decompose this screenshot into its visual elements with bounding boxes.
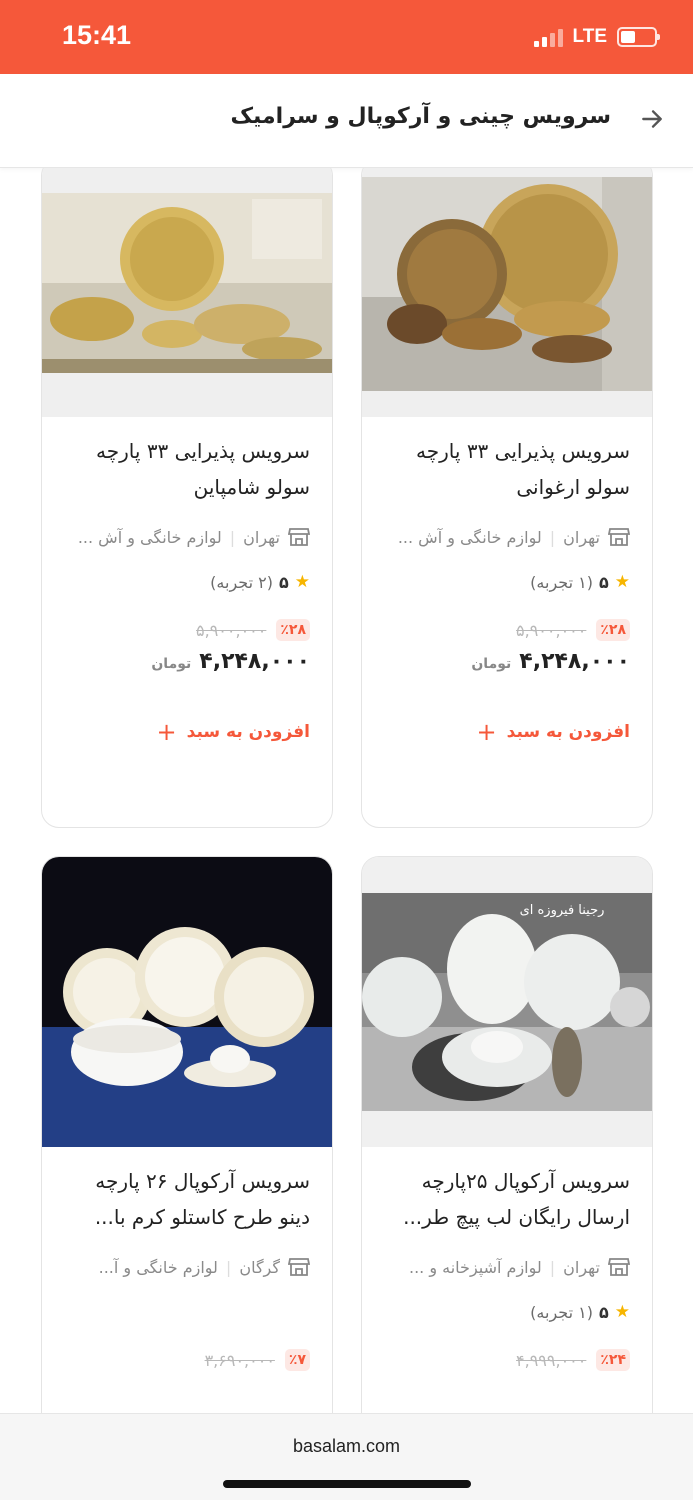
plus-icon: + (156, 718, 177, 746)
rating-score: ۵ (598, 572, 609, 592)
rating-score: ۵ (278, 572, 289, 592)
currency: تومان (471, 656, 512, 672)
product-image[interactable] (42, 168, 332, 417)
product-title[interactable]: سرویس پذیرایی ۳۳ پارچه سولو شامپاین (64, 433, 310, 505)
battery-icon (617, 27, 660, 47)
product-image[interactable] (362, 168, 652, 417)
store-icon (608, 528, 630, 546)
add-to-cart-button[interactable]: افزودن به سبد + (384, 720, 630, 744)
add-to-cart-button[interactable]: افزودن به سبد + (64, 720, 310, 744)
old-price-row: ٪۲۸ ۵,۹۰۰,۰۰۰ (384, 619, 630, 641)
product-title[interactable]: سرویس آرکوپال ۲۵پارچه ارسال رایگان لب پی… (384, 1163, 630, 1235)
discount-badge: ٪۷ (284, 1349, 310, 1371)
store-icon (288, 528, 310, 546)
image-caption: رجینا فیروزه ای (520, 903, 605, 918)
rating-score: ۵ (598, 1302, 609, 1322)
old-price: ۳,۶۹۰,۰۰۰ (204, 1350, 275, 1370)
rating-reviews: (۱ تجربه) (530, 572, 593, 592)
signal-icon (533, 27, 563, 47)
product-image[interactable]: رجینا فیروزه ای (362, 857, 652, 1147)
old-price: ۵,۹۰۰,۰۰۰ (516, 620, 587, 640)
page-title: سرویس چینی و آرکوپال و سرامیک (230, 104, 611, 129)
status-time: 15:41 (62, 20, 132, 50)
price: ۴,۲۴۸,۰۰۰ (199, 649, 310, 674)
old-price-row: ٪۷ ۳,۶۹۰,۰۰۰ (64, 1349, 310, 1371)
meta-divider: | (225, 1257, 232, 1277)
product-card[interactable]: سرویس پذیرایی ۳۳ پارچه سولو شامپاین تهرا… (41, 168, 333, 828)
old-price-row: ٪۲۸ ۵,۹۰۰,۰۰۰ (64, 619, 310, 641)
store-icon (288, 1258, 310, 1276)
currency: تومان (151, 656, 192, 672)
price-row: ۴,۲۴۸,۰۰۰ تومان (64, 649, 310, 674)
rating-reviews: (۱ تجربه) (530, 1302, 593, 1322)
product-rating: ★ ۵ (۱ تجربه) (384, 1301, 630, 1323)
product-image[interactable] (42, 857, 332, 1147)
url-text[interactable]: basalam.com (0, 1436, 693, 1457)
product-grid: سرویس پذیرایی ۳۳ پارچه سولو ارغوانی تهرا… (0, 168, 693, 1413)
meta-divider: | (229, 527, 236, 547)
product-card[interactable]: سرویس آرکوپال ۲۶ پارچه دینو طرح کاستلو ک… (41, 856, 333, 1413)
product-city: تهران (563, 1257, 600, 1277)
meta-divider: | (549, 1257, 556, 1277)
star-icon: ★ (614, 572, 630, 592)
discount-badge: ٪۲۸ (596, 619, 630, 641)
star-icon: ★ (294, 572, 310, 592)
product-meta: تهران | لوازم خانگی و آش ... (384, 527, 630, 547)
product-title[interactable]: سرویس پذیرایی ۳۳ پارچه سولو ارغوانی (384, 433, 630, 505)
meta-divider: | (549, 527, 556, 547)
product-category: لوازم خانگی و آ... (98, 1257, 218, 1277)
product-meta: تهران | لوازم خانگی و آش ... (64, 527, 310, 547)
network-label: LTE (572, 26, 607, 47)
old-price-row: ٪۲۴ ۴,۹۹۹,۰۰۰ (384, 1349, 630, 1371)
price-row: ۴,۲۴۸,۰۰۰ تومان (384, 649, 630, 674)
product-category: لوازم خانگی و آش ... (77, 527, 222, 547)
product-city: تهران (563, 527, 600, 547)
product-category: لوازم آشپزخانه و ... (408, 1257, 542, 1277)
product-meta: تهران | لوازم آشپزخانه و ... (384, 1257, 630, 1277)
status-indicators: LTE (533, 26, 660, 48)
old-price: ۴,۹۹۹,۰۰۰ (516, 1350, 587, 1370)
status-bar: 15:41 LTE (0, 0, 693, 74)
home-indicator[interactable] (223, 1480, 471, 1488)
product-city: گرگان (239, 1257, 280, 1277)
browser-url-bar[interactable]: basalam.com (0, 1413, 693, 1500)
product-rating-empty (64, 1301, 310, 1323)
product-rating: ★ ۵ (۱ تجربه) (384, 571, 630, 593)
arrow-right-icon[interactable] (639, 106, 665, 132)
product-category: لوازم خانگی و آش ... (397, 527, 542, 547)
product-city: تهران (243, 527, 280, 547)
store-icon (608, 1258, 630, 1276)
star-icon: ★ (614, 1302, 630, 1322)
product-card[interactable]: رجینا فیروزه ای سرویس آرکوپال ۲۵پارچه ار… (361, 856, 653, 1413)
discount-badge: ٪۲۴ (596, 1349, 630, 1371)
product-card[interactable]: سرویس پذیرایی ۳۳ پارچه سولو ارغوانی تهرا… (361, 168, 653, 828)
add-to-cart-label: افزودن به سبد (186, 722, 310, 742)
old-price: ۵,۹۰۰,۰۰۰ (196, 620, 267, 640)
plus-icon: + (476, 718, 497, 746)
price: ۴,۲۴۸,۰۰۰ (519, 649, 630, 674)
page-header: سرویس چینی و آرکوپال و سرامیک (0, 74, 693, 168)
rating-reviews: (۲ تجربه) (210, 572, 273, 592)
discount-badge: ٪۲۸ (276, 619, 310, 641)
add-to-cart-label: افزودن به سبد (506, 722, 630, 742)
product-meta: گرگان | لوازم خانگی و آ... (64, 1257, 310, 1277)
product-rating: ★ ۵ (۲ تجربه) (64, 571, 310, 593)
product-title[interactable]: سرویس آرکوپال ۲۶ پارچه دینو طرح کاستلو ک… (64, 1163, 310, 1235)
